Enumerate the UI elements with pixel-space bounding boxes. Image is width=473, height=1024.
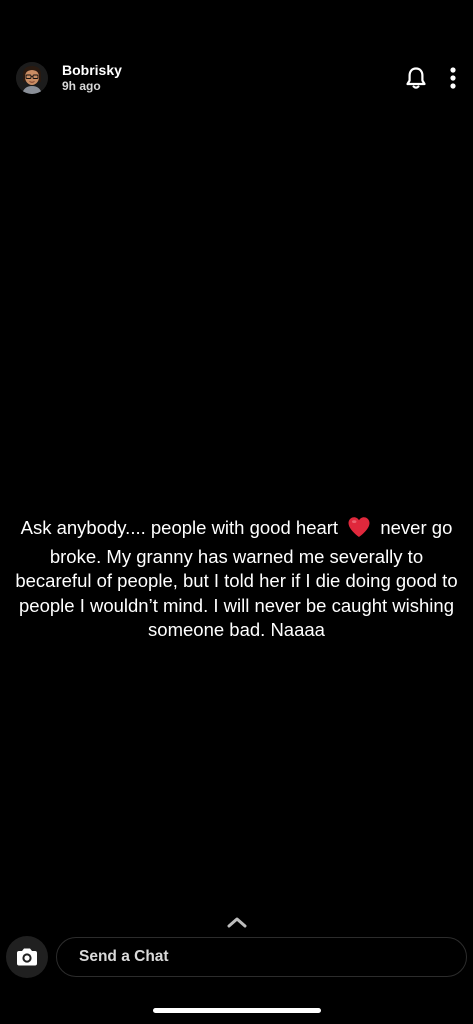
- send-chat-input[interactable]: Send a Chat: [56, 937, 467, 977]
- header-actions: [405, 66, 457, 90]
- username[interactable]: Bobrisky: [62, 62, 122, 78]
- chevron-up-icon[interactable]: [226, 914, 248, 930]
- bitmoji-avatar-icon[interactable]: [16, 62, 48, 94]
- camera-icon[interactable]: [6, 936, 48, 978]
- post-time: 9h ago: [62, 79, 101, 94]
- home-indicator[interactable]: [153, 1008, 321, 1013]
- chat-bar: Send a Chat: [6, 936, 467, 978]
- red-heart-emoji: [347, 516, 371, 545]
- user-info[interactable]: Bobrisky 9h ago: [62, 62, 122, 94]
- caption-text-start: Ask anybody.... people with good heart: [20, 517, 339, 538]
- story-caption: Ask anybody.... people with good heart n…: [10, 516, 463, 643]
- bell-icon[interactable]: [405, 66, 427, 90]
- more-vertical-icon[interactable]: [449, 66, 457, 90]
- story-header: Bobrisky 9h ago: [16, 56, 457, 100]
- chat-placeholder: Send a Chat: [79, 948, 169, 965]
